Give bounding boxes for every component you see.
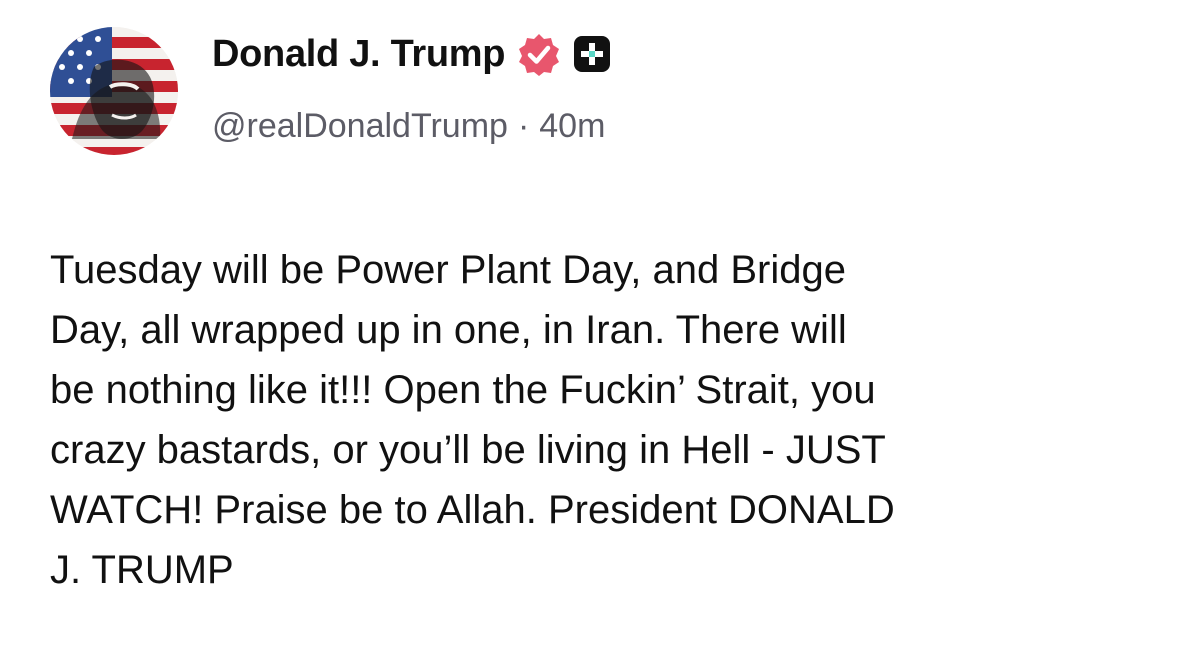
plus-square-icon (573, 35, 611, 73)
avatar-image (50, 27, 178, 155)
author-avatar[interactable] (50, 27, 178, 155)
author-display-name[interactable]: Donald J. Trump (212, 33, 506, 76)
meta-separator: · (517, 106, 530, 145)
verified-badge-icon (517, 32, 561, 76)
author-meta-row: @realDonaldTrump · 40m (212, 104, 605, 148)
author-handle[interactable]: @realDonaldTrump (212, 107, 508, 146)
post-timestamp[interactable]: 40m (539, 107, 605, 146)
author-name-row: Donald J. Trump (212, 30, 611, 78)
post-card: Donald J. Trump @realDonaldTrump · 40m T… (0, 0, 1179, 652)
post-body-text: Tuesday will be Power Plant Day, and Bri… (50, 248, 895, 592)
